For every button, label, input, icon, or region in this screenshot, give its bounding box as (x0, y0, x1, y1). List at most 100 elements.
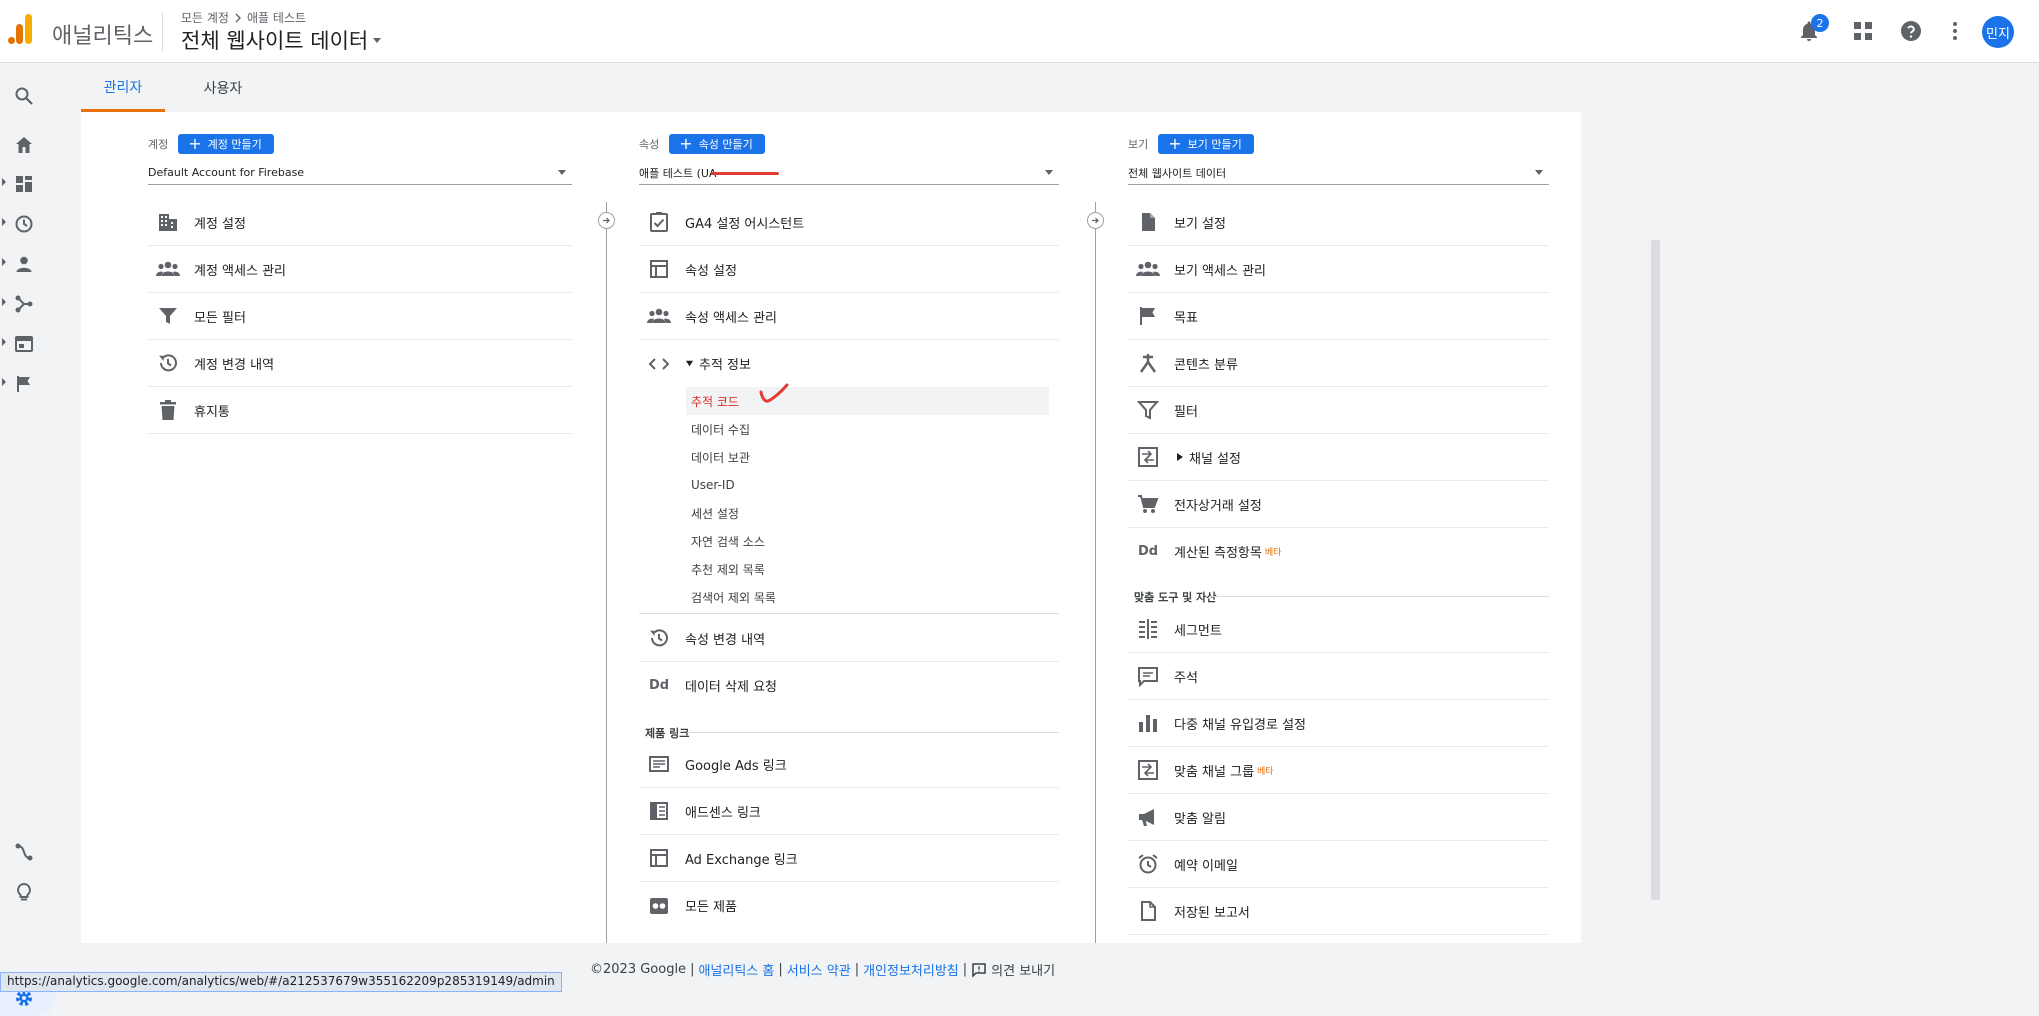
menu-item-label: 주석 (1174, 670, 1198, 686)
menu-item-all-products[interactable]: 모든 제품 (639, 882, 1059, 929)
submenu-referral-exclusion[interactable]: 추천 제외 목록 (691, 555, 765, 583)
create-view-button[interactable]: + 보기 만들기 (1158, 134, 1254, 154)
acquisition-icon[interactable] (14, 294, 34, 314)
menu-item-all-filters[interactable]: 모든 필터 (148, 293, 572, 340)
submenu-organic-search-sources[interactable]: 자연 검색 소스 (691, 527, 765, 555)
flag-icon[interactable] (14, 374, 34, 394)
tab-admin[interactable]: 관리자 (81, 64, 165, 112)
menu-item-label: 예약 이메일 (1174, 858, 1238, 874)
menu-item-ga4-assistant[interactable]: GA4 설정 어시스턴트 (639, 199, 1059, 246)
chevron-right-icon (233, 13, 243, 23)
footer-link-home[interactable]: 애널리틱스 홈 (698, 960, 774, 979)
home-icon[interactable] (14, 135, 34, 155)
menu-item-account-settings[interactable]: 계정 설정 (148, 199, 572, 246)
view-label: 보기 (1128, 138, 1149, 151)
footer-link-privacy[interactable]: 개인정보처리방침 (863, 960, 959, 979)
dd-icon: Dd (648, 678, 670, 693)
submenu-data-retention[interactable]: 데이터 보관 (691, 443, 750, 471)
more-vert-icon[interactable] (1943, 19, 1967, 43)
menu-item-calculated-metrics[interactable]: Dd 계산된 측정항목 베타 (1128, 528, 1549, 575)
breadcrumb[interactable]: 모든 계정 애플 테스트 (181, 9, 306, 26)
footer-separator: | (690, 962, 695, 977)
view-title: 전체 웹사이트 데이터 (181, 29, 369, 53)
expand-arrow-icon[interactable] (2, 218, 6, 226)
view-picker[interactable]: 전체 웹사이트 데이터 (181, 25, 382, 55)
analytics-logo[interactable] (8, 14, 32, 44)
ads-icon (639, 753, 679, 775)
checkbox-icon (639, 211, 679, 233)
expand-arrow-icon[interactable] (2, 338, 6, 346)
menu-item-adsense-link[interactable]: 애드센스 링크 (639, 788, 1059, 835)
product-name: 애널리틱스 (52, 24, 154, 49)
avatar[interactable]: 민지 (1982, 16, 2014, 48)
adsense-icon (639, 800, 679, 822)
account-select[interactable]: Default Account for Firebase (148, 161, 572, 185)
customization-icon[interactable] (14, 174, 34, 194)
menu-item-label: GA4 설정 어시스턴트 (685, 216, 805, 232)
menu-item-multichannel-funnels[interactable]: 다중 채널 유입경로 설정 (1128, 700, 1549, 747)
menu-item-custom-channel-groups[interactable]: 맞춤 채널 그룹 베타 (1128, 747, 1549, 794)
menu-item-view-access[interactable]: 보기 액세스 관리 (1128, 246, 1549, 293)
expand-arrow-icon[interactable] (2, 298, 6, 306)
menu-item-scheduled-emails[interactable]: 예약 이메일 (1128, 841, 1549, 888)
property-select[interactable]: 애플 테스트 (UA- (639, 161, 1059, 185)
feedback-icon[interactable] (971, 962, 987, 978)
menu-item-ecommerce-settings[interactable]: 전자상거래 설정 (1128, 481, 1549, 528)
menu-item-segments[interactable]: 세그먼트 (1128, 606, 1549, 653)
menu-item-view-settings[interactable]: 보기 설정 (1128, 199, 1549, 246)
expand-arrow-icon[interactable] (2, 378, 6, 386)
submenu-data-collection[interactable]: 데이터 수집 (691, 415, 750, 443)
menu-item-property-history[interactable]: 속성 변경 내역 (639, 615, 1059, 662)
person-icon[interactable] (14, 254, 34, 274)
menu-item-channel-settings[interactable]: 채널 설정 (1128, 434, 1549, 481)
menu-item-saved-reports[interactable]: 저장된 보고서 (1128, 888, 1549, 935)
breadcrumb-account[interactable]: 모든 계정 (181, 9, 229, 26)
view-select[interactable]: 전체 웹사이트 데이터 (1128, 161, 1549, 185)
people-icon (639, 306, 679, 326)
help-icon[interactable] (1899, 19, 1923, 43)
menu-item-goals[interactable]: 목표 (1128, 293, 1549, 340)
scrollbar[interactable] (1651, 240, 1660, 900)
create-account-button[interactable]: + 계정 만들기 (178, 134, 274, 154)
search-icon[interactable] (14, 86, 34, 106)
menu-item-custom-alerts[interactable]: 맞춤 알림 (1128, 794, 1549, 841)
menu-item-annotations[interactable]: 주석 (1128, 653, 1549, 700)
menu-item-ad-exchange-link[interactable]: Ad Exchange 링크 (639, 835, 1059, 882)
menu-item-label: 세그먼트 (1174, 623, 1222, 639)
create-property-button[interactable]: + 속성 만들기 (669, 134, 765, 154)
comment-icon (1128, 665, 1168, 687)
clock-icon[interactable] (14, 214, 34, 234)
people-icon (148, 259, 188, 279)
menu-item-property-access[interactable]: 속성 액세스 관리 (639, 293, 1059, 340)
footer-link-terms[interactable]: 서비스 약관 (787, 960, 851, 979)
menu-item-data-deletion[interactable]: Dd 데이터 삭제 요청 (639, 662, 1059, 709)
menu-item-label: Google Ads 링크 (685, 758, 787, 774)
account-column: 계정 + 계정 만들기 Default Account for Firebase … (148, 112, 572, 943)
expand-arrow-icon[interactable] (2, 178, 6, 186)
footer-separator: | (962, 962, 968, 977)
behavior-icon[interactable] (14, 334, 34, 354)
apps-grid-icon[interactable] (1851, 19, 1875, 43)
menu-item-property-settings[interactable]: 속성 설정 (639, 246, 1059, 293)
feedback-link[interactable]: 의견 보내기 (991, 960, 1055, 979)
submenu-search-term-exclusion[interactable]: 검색어 제외 목록 (691, 583, 776, 611)
footer-separator: | (778, 962, 783, 977)
expand-arrow-icon[interactable] (2, 258, 6, 266)
menu-item-trash[interactable]: 휴지통 (148, 387, 572, 434)
menu-item-content-grouping[interactable]: 콘텐츠 분류 (1128, 340, 1549, 387)
submenu-tracking-code[interactable]: 추적 코드 (691, 387, 739, 415)
tab-user[interactable]: 사용자 (181, 64, 265, 112)
attribution-icon[interactable] (14, 842, 34, 862)
menu-item-google-ads-link[interactable]: Google Ads 링크 (639, 741, 1059, 788)
segment-icon (1128, 618, 1168, 640)
menu-item-tracking-info[interactable]: 추적 정보 (639, 340, 1059, 387)
lightbulb-icon[interactable] (14, 882, 34, 902)
breadcrumb-property[interactable]: 애플 테스트 (247, 9, 306, 26)
menu-item-filters[interactable]: 필터 (1128, 387, 1549, 434)
menu-item-account-access[interactable]: 계정 액세스 관리 (148, 246, 572, 293)
menu-item-account-history[interactable]: 계정 변경 내역 (148, 340, 572, 387)
submenu-user-id[interactable]: User-ID (691, 471, 735, 499)
menu-item-label: 저장된 보고서 (1174, 905, 1250, 921)
submenu-session-settings[interactable]: 세션 설정 (691, 499, 739, 527)
column-divider (1095, 202, 1096, 943)
